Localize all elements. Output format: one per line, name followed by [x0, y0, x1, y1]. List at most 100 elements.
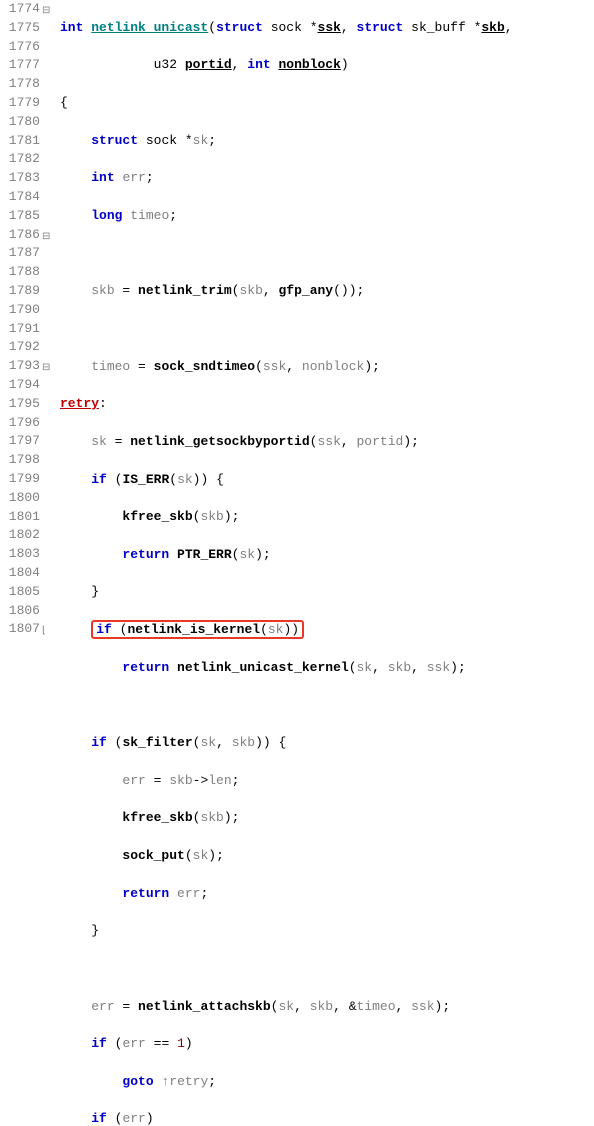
type-name: u32: [154, 57, 177, 72]
keyword: return: [122, 660, 169, 675]
fold-marker: [42, 414, 56, 433]
variable: err: [122, 170, 145, 185]
keyword: long: [91, 208, 122, 223]
fold-marker[interactable]: ⊟: [42, 0, 56, 19]
code-line: long timeo;: [60, 207, 594, 226]
variable: timeo: [130, 208, 169, 223]
code-line: int err;: [60, 169, 594, 188]
variable: timeo: [91, 359, 130, 374]
code-line: }: [60, 583, 594, 602]
code-line: [60, 960, 594, 979]
line-number: 1784: [0, 188, 40, 207]
line-number: 1785: [0, 207, 40, 226]
code-line: return netlink_unicast_kernel(sk, skb, s…: [60, 659, 594, 678]
code-line: skb = netlink_trim(skb, gfp_any());: [60, 282, 594, 301]
line-number: 1793: [0, 357, 40, 376]
fold-marker: [42, 526, 56, 545]
code-line: err = skb->len;: [60, 772, 594, 791]
fold-marker: [42, 583, 56, 602]
call: netlink_attachskb: [138, 999, 271, 1014]
fold-icon[interactable]: ⊟: [42, 363, 50, 374]
variable: err: [177, 886, 200, 901]
fold-marker: [42, 56, 56, 75]
variable: portid: [357, 434, 404, 449]
fold-marker: [42, 207, 56, 226]
line-number: 1799: [0, 470, 40, 489]
call: kfree_skb: [122, 509, 192, 524]
line-number: 1776: [0, 38, 40, 57]
keyword: goto: [122, 1074, 153, 1089]
arrow-icon: ↑: [161, 1074, 169, 1089]
line-number: 1788: [0, 263, 40, 282]
line-number: 1775: [0, 19, 40, 38]
variable: skb: [239, 283, 262, 298]
fold-marker[interactable]: ⊟: [42, 357, 56, 376]
variable: skb: [310, 999, 333, 1014]
variable: skb: [388, 660, 411, 675]
fold-marker: [42, 489, 56, 508]
line-number: 1807: [0, 620, 40, 639]
line-number: 1791: [0, 320, 40, 339]
line-number: 1805: [0, 583, 40, 602]
line-number: 1804: [0, 564, 40, 583]
code-line: kfree_skb(skb);: [60, 809, 594, 828]
code-line: return PTR_ERR(sk);: [60, 546, 594, 565]
variable: skb: [200, 810, 223, 825]
code-line: retry:: [60, 395, 594, 414]
variable: nonblock: [302, 359, 364, 374]
line-number: 1800: [0, 489, 40, 508]
fold-marker[interactable]: ⊟: [42, 226, 56, 245]
keyword: int: [247, 57, 270, 72]
variable: err: [122, 1111, 145, 1126]
variable: skb: [91, 283, 114, 298]
code-line: sk = netlink_getsockbyportid(ssk, portid…: [60, 433, 594, 452]
fold-marker: [42, 19, 56, 38]
line-number: 1802: [0, 526, 40, 545]
fold-marker: [42, 545, 56, 564]
call: netlink_trim: [138, 283, 232, 298]
line-number: 1774: [0, 0, 40, 19]
keyword: struct: [91, 133, 138, 148]
code-line: if (netlink_is_kernel(sk)): [60, 621, 594, 640]
fold-marker: [42, 338, 56, 357]
fold-icon[interactable]: ⌊: [42, 626, 46, 637]
variable: sk: [268, 622, 284, 637]
keyword: return: [122, 547, 169, 562]
fold-marker: [42, 38, 56, 57]
fold-marker: [42, 244, 56, 263]
code-content: int netlink_unicast(struct sock *ssk, st…: [56, 0, 594, 1126]
line-number: 1783: [0, 169, 40, 188]
line-number-gutter: 1774177517761777177817791780178117821783…: [0, 0, 42, 1126]
code-line: [60, 696, 594, 715]
code-line: if (IS_ERR(sk)) {: [60, 471, 594, 490]
fold-icon[interactable]: ⊟: [42, 232, 50, 243]
call: gfp_any: [278, 283, 333, 298]
fold-marker: [42, 301, 56, 320]
fold-marker: [42, 320, 56, 339]
fold-marker: [42, 508, 56, 527]
type-name: sock: [271, 20, 302, 35]
type-name: sk_buff: [411, 20, 466, 35]
line-number: 1782: [0, 150, 40, 169]
line-number: 1806: [0, 602, 40, 621]
code-line: timeo = sock_sndtimeo(ssk, nonblock);: [60, 358, 594, 377]
code-line: if (err == 1): [60, 1035, 594, 1054]
line-number: 1792: [0, 338, 40, 357]
param: skb: [481, 20, 504, 35]
variable: err: [122, 773, 145, 788]
fold-marker: [42, 470, 56, 489]
keyword: if: [91, 1036, 107, 1051]
fold-marker[interactable]: ⌊: [42, 620, 56, 639]
call: sock_sndtimeo: [154, 359, 255, 374]
variable: err: [91, 999, 114, 1014]
keyword: struct: [216, 20, 263, 35]
variable: skb: [169, 773, 192, 788]
keyword: if: [96, 622, 112, 637]
keyword: int: [60, 20, 83, 35]
variable: ssk: [411, 999, 434, 1014]
fold-marker: [42, 395, 56, 414]
fold-column: ⊟ ⊟ ⊟ ⌊: [42, 0, 56, 1126]
number: 1: [177, 1036, 185, 1051]
fold-icon[interactable]: ⊟: [42, 6, 50, 17]
fold-marker: [42, 564, 56, 583]
